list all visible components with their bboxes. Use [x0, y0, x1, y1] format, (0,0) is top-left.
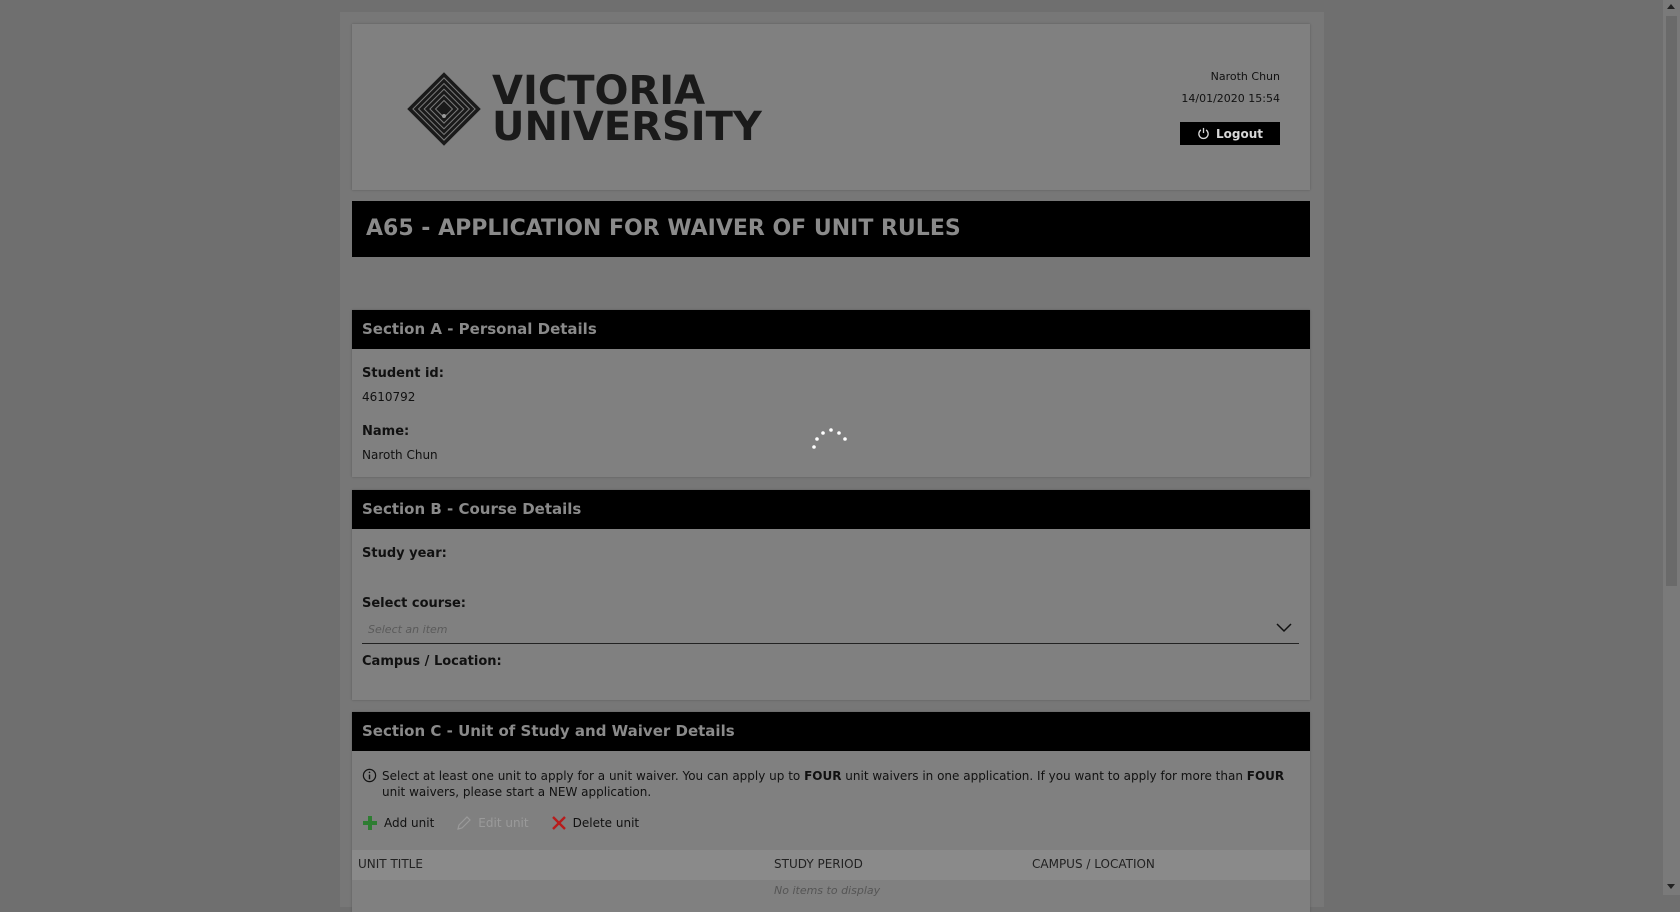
logout-label: Logout — [1215, 126, 1263, 141]
user-name: Naroth Chun — [1210, 70, 1280, 83]
student-id-value: 4610792 — [362, 390, 416, 404]
edit-unit-label: Edit unit — [478, 816, 529, 830]
logo-line2: UNIVERSITY — [492, 104, 762, 150]
select-course-placeholder: Select an item — [368, 623, 448, 636]
column-campus-location[interactable]: CAMPUS / LOCATION — [1032, 857, 1155, 871]
section-a-personal-details: Section A - Personal Details Student id:… — [352, 310, 1310, 477]
info-text-bold1: FOUR — [804, 769, 842, 783]
info-message: Select at least one unit to apply for a … — [362, 768, 1292, 800]
vertical-scrollbar[interactable] — [1663, 0, 1680, 895]
units-table-header: UNIT TITLE STUDY PERIOD CAMPUS / LOCATIO… — [352, 850, 1310, 880]
info-text-part3: unit waivers, please start a NEW applica… — [382, 785, 652, 799]
logo-text: VICTORIA UNIVERSITY — [492, 71, 762, 150]
login-datetime: 14/01/2020 15:54 — [1181, 92, 1280, 105]
logo-diamond-icon — [407, 72, 481, 146]
units-table-empty: No items to display — [774, 884, 881, 897]
delete-unit-button[interactable]: Delete unit — [551, 815, 640, 831]
victoria-university-logo[interactable]: VICTORIA UNIVERSITY — [404, 69, 762, 149]
section-c-title: Section C - Unit of Study and Waiver Det… — [352, 712, 1310, 751]
plus-icon — [363, 816, 377, 830]
header-card: VICTORIA UNIVERSITY Naroth Chun 14/01/20… — [352, 24, 1310, 190]
info-icon — [362, 768, 377, 783]
select-course-dropdown[interactable]: Select an item — [362, 619, 1299, 644]
info-text-part1: Select at least one unit to apply for a … — [382, 769, 805, 783]
section-c-unit-waiver-details: Section C - Unit of Study and Waiver Det… — [352, 712, 1310, 912]
delete-unit-label: Delete unit — [572, 816, 640, 830]
user-info: Naroth Chun 14/01/2020 15:54 — [1181, 66, 1280, 110]
info-text-part2: unit waivers in one application. If you … — [841, 769, 1247, 783]
column-study-period[interactable]: STUDY PERIOD — [774, 857, 863, 871]
scroll-up-icon[interactable] — [1667, 4, 1675, 9]
student-id-label: Student id: — [362, 366, 444, 381]
add-unit-label: Add unit — [384, 816, 435, 830]
select-course-label: Select course: — [362, 596, 466, 611]
add-unit-button[interactable]: Add unit — [362, 815, 434, 831]
section-a-title: Section A - Personal Details — [352, 310, 1310, 349]
study-year-label: Study year: — [362, 546, 447, 561]
loading-spinner-icon — [812, 428, 847, 449]
scroll-down-icon[interactable] — [1667, 884, 1675, 889]
unit-toolbar: Add unit Edit unit Delete unit — [362, 815, 639, 831]
chevron-down-icon — [1276, 623, 1292, 633]
logout-button[interactable]: Logout — [1180, 122, 1280, 145]
column-unit-title[interactable]: UNIT TITLE — [358, 857, 423, 871]
scrollbar-thumb[interactable] — [1666, 16, 1677, 586]
section-b-course-details: Section B - Course Details Study year: S… — [352, 490, 1310, 700]
info-text-bold2: FOUR — [1246, 769, 1285, 783]
power-icon — [1198, 127, 1209, 140]
close-icon — [551, 816, 566, 830]
pencil-icon — [457, 816, 472, 830]
name-value: Naroth Chun — [362, 448, 438, 462]
page-title: A65 - APPLICATION FOR WAIVER OF UNIT RUL… — [352, 201, 1310, 257]
campus-location-label: Campus / Location: — [362, 654, 502, 669]
section-b-title: Section B - Course Details — [352, 490, 1310, 529]
info-text: Select at least one unit to apply for a … — [382, 768, 1292, 800]
name-label: Name: — [362, 424, 410, 439]
page-container: VICTORIA UNIVERSITY Naroth Chun 14/01/20… — [340, 12, 1324, 912]
edit-unit-button[interactable]: Edit unit — [456, 815, 529, 831]
